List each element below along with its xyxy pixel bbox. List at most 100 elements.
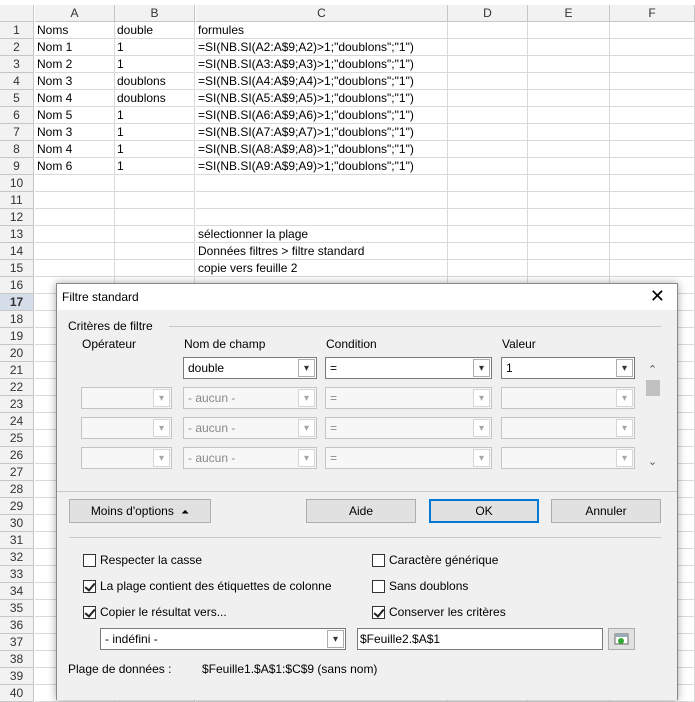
fewer-options-button[interactable]: Moins d'options ⏶ (69, 499, 211, 523)
cell[interactable]: Nom 3 (35, 73, 115, 90)
cell[interactable] (610, 209, 695, 226)
cell[interactable]: =SI(NB.SI(A5:A$9;A5)>1;"doublons";"1") (196, 90, 448, 107)
row-header[interactable]: 29 (0, 498, 34, 515)
field-name-select-3[interactable]: - aucun - ▾ (183, 417, 317, 439)
criteria-scrollbar[interactable]: ⌃ ⌄ (644, 364, 661, 486)
row-header[interactable]: 4 (0, 73, 34, 90)
operator-select-2[interactable]: ▾ (81, 387, 172, 409)
cell[interactable] (610, 158, 695, 175)
cell[interactable]: Nom 6 (35, 158, 115, 175)
row-header[interactable]: 3 (0, 56, 34, 73)
cell[interactable]: =SI(NB.SI(A8:A$9;A8)>1;"doublons";"1") (196, 141, 448, 158)
cell[interactable]: Nom 5 (35, 107, 115, 124)
row-header[interactable]: 40 (0, 685, 34, 702)
row-header[interactable]: 7 (0, 124, 34, 141)
column-header-f[interactable]: F (610, 5, 695, 22)
value-select-1[interactable]: 1 ▾ (501, 357, 635, 379)
condition-select-4[interactable]: = ▾ (325, 447, 492, 469)
chevron-down-icon[interactable]: ▾ (298, 389, 315, 407)
cell[interactable] (448, 175, 528, 192)
field-name-select-4[interactable]: - aucun - ▾ (183, 447, 317, 469)
copy-results-checkbox[interactable] (83, 606, 96, 619)
column-header-a[interactable]: A (35, 5, 115, 22)
cell[interactable]: copie vers feuille 2 (196, 260, 448, 277)
cell[interactable] (528, 107, 610, 124)
cell[interactable]: =SI(NB.SI(A7:A$9;A7)>1;"doublons";"1") (196, 124, 448, 141)
row-header[interactable]: 19 (0, 328, 34, 345)
copy-results-label[interactable]: Copier le résultat vers... (100, 605, 227, 619)
cell[interactable] (115, 243, 195, 260)
row-header[interactable]: 34 (0, 583, 34, 600)
row-header[interactable]: 27 (0, 464, 34, 481)
close-icon[interactable]: ✕ (650, 286, 665, 306)
row-header[interactable]: 15 (0, 260, 34, 277)
row-header[interactable]: 35 (0, 600, 34, 617)
row-header[interactable]: 18 (0, 311, 34, 328)
chevron-down-icon[interactable]: ▾ (298, 419, 315, 437)
row-header[interactable]: 10 (0, 175, 34, 192)
cell[interactable] (528, 243, 610, 260)
cell[interactable]: Nom 1 (35, 39, 115, 56)
row-header[interactable]: 26 (0, 447, 34, 464)
copy-target-select[interactable]: - indéfini - ▾ (100, 628, 346, 650)
scroll-up-icon[interactable]: ⌃ (644, 362, 661, 378)
chevron-down-icon[interactable]: ▾ (153, 449, 170, 467)
chevron-down-icon[interactable]: ▾ (616, 389, 633, 407)
row-header[interactable]: 38 (0, 651, 34, 668)
cell[interactable] (528, 141, 610, 158)
column-header-c[interactable]: C (196, 5, 448, 22)
column-header-d[interactable]: D (448, 5, 528, 22)
cell[interactable]: 1 (115, 39, 195, 56)
cell[interactable] (448, 209, 528, 226)
cell[interactable]: =SI(NB.SI(A9:A$9;A9)>1;"doublons";"1") (196, 158, 448, 175)
row-header[interactable]: 5 (0, 90, 34, 107)
row-header[interactable]: 14 (0, 243, 34, 260)
row-header[interactable]: 1 (0, 22, 34, 39)
cell[interactable] (35, 226, 115, 243)
cell[interactable]: =SI(NB.SI(A6:A$9;A6)>1;"doublons";"1") (196, 107, 448, 124)
cell[interactable] (528, 124, 610, 141)
cell[interactable] (196, 175, 448, 192)
cell[interactable]: 1 (115, 124, 195, 141)
cell[interactable]: 1 (115, 158, 195, 175)
cell[interactable] (115, 226, 195, 243)
cell[interactable]: Nom 2 (35, 56, 115, 73)
row-header[interactable]: 28 (0, 481, 34, 498)
cell[interactable] (528, 226, 610, 243)
keep-criteria-label[interactable]: Conserver les critères (389, 605, 506, 619)
keep-criteria-checkbox[interactable] (372, 606, 385, 619)
value-select-2[interactable]: ▾ (501, 387, 635, 409)
cell[interactable] (115, 175, 195, 192)
cell[interactable] (610, 226, 695, 243)
chevron-down-icon[interactable]: ▾ (298, 359, 315, 377)
shrink-dialog-button[interactable] (608, 628, 635, 650)
headers-checkbox[interactable] (83, 580, 96, 593)
cell[interactable] (448, 56, 528, 73)
cell[interactable]: 1 (115, 56, 195, 73)
cell[interactable] (448, 90, 528, 107)
cell[interactable] (448, 141, 528, 158)
cell[interactable] (528, 39, 610, 56)
cell[interactable] (610, 56, 695, 73)
row-header[interactable]: 17 (0, 294, 34, 311)
cell[interactable] (610, 39, 695, 56)
cancel-button[interactable]: Annuler (551, 499, 661, 523)
select-all-corner[interactable] (0, 5, 34, 22)
cell[interactable] (528, 73, 610, 90)
cell[interactable] (196, 209, 448, 226)
cell[interactable]: doublons (115, 73, 195, 90)
chevron-down-icon[interactable]: ▾ (473, 449, 490, 467)
cell[interactable]: Nom 4 (35, 90, 115, 107)
row-header[interactable]: 22 (0, 379, 34, 396)
cell[interactable] (115, 260, 195, 277)
cell[interactable] (115, 209, 195, 226)
cell[interactable] (448, 22, 528, 39)
cell[interactable] (610, 243, 695, 260)
cell[interactable] (448, 226, 528, 243)
cell[interactable] (528, 192, 610, 209)
match-case-checkbox[interactable] (83, 554, 96, 567)
chevron-down-icon[interactable]: ▾ (153, 389, 170, 407)
cell[interactable]: Noms (35, 22, 115, 39)
cell[interactable] (528, 260, 610, 277)
cell[interactable] (448, 124, 528, 141)
